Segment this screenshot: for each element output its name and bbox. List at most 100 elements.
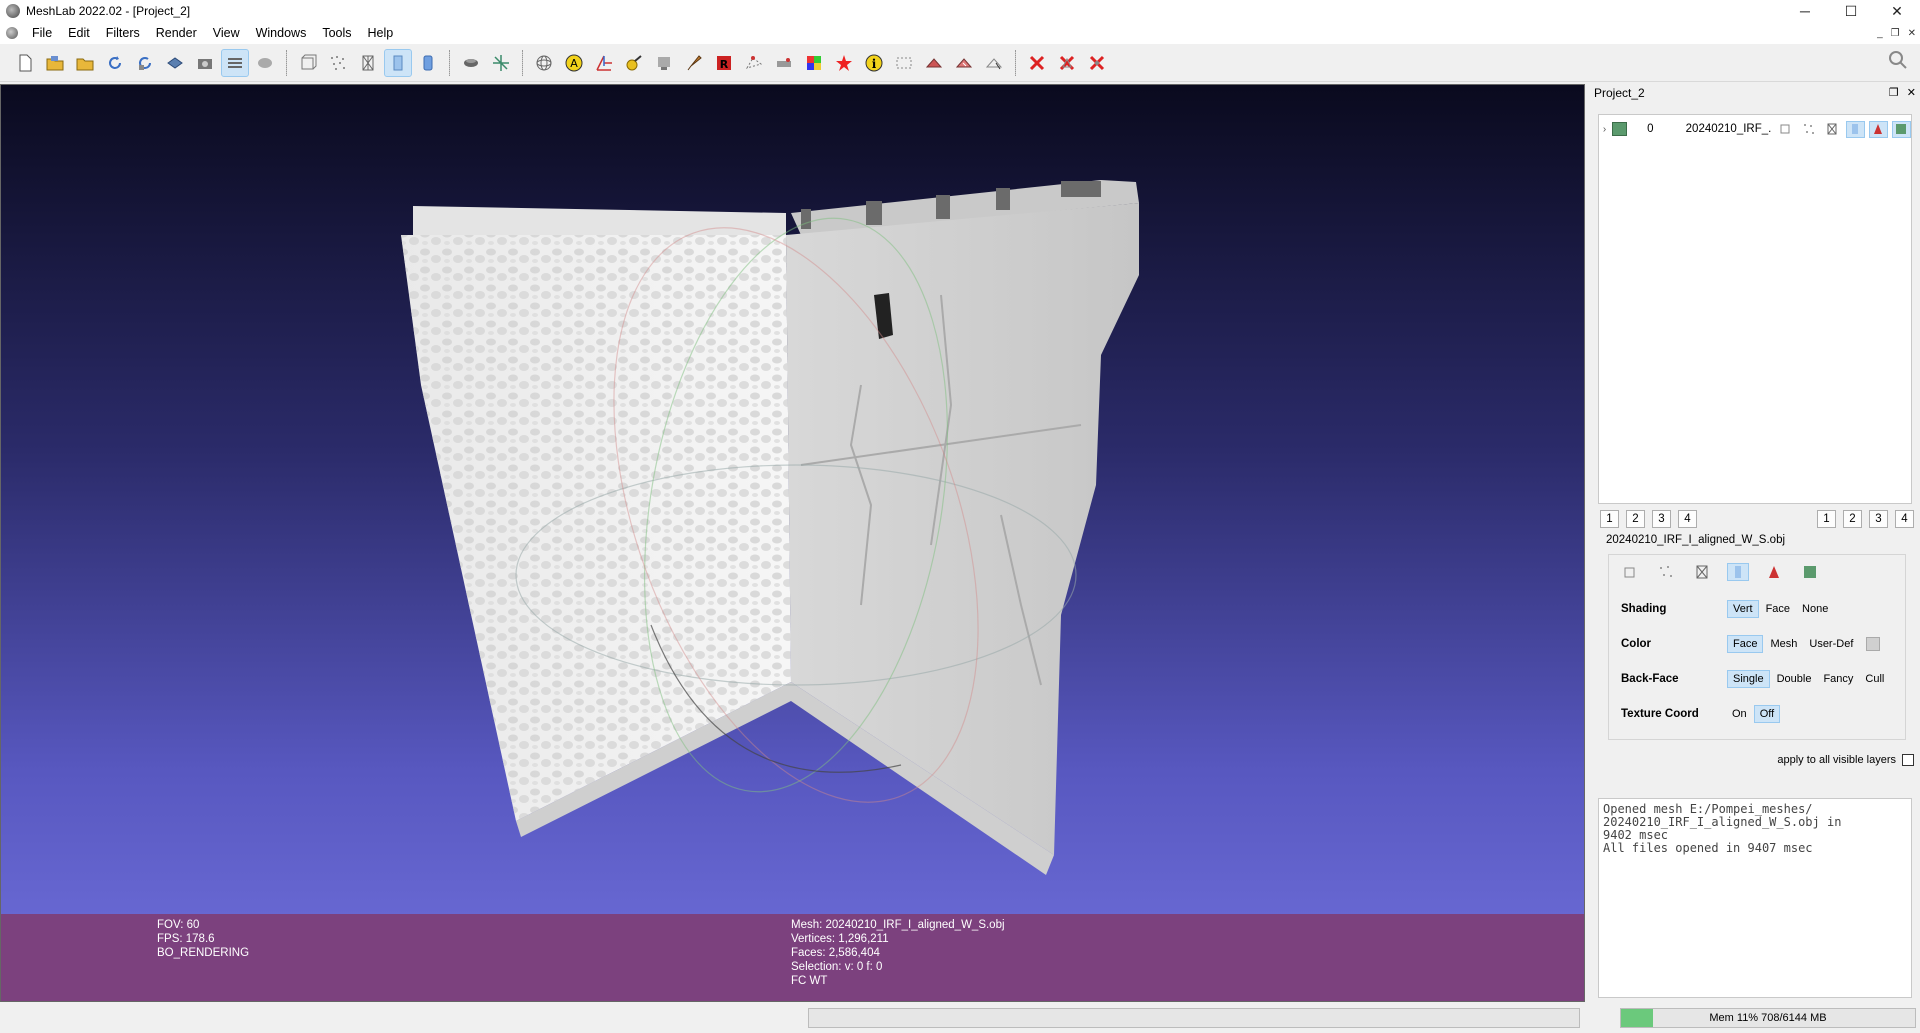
solid-mode-icon[interactable] bbox=[1727, 563, 1749, 581]
axis-icon[interactable] bbox=[487, 49, 515, 77]
info-icon[interactable]: i bbox=[860, 49, 888, 77]
layers-split-icon[interactable] bbox=[251, 49, 279, 77]
view-tab-4[interactable]: 4 bbox=[1678, 510, 1697, 528]
bbox-icon[interactable] bbox=[294, 49, 322, 77]
expand-chevron-icon[interactable]: › bbox=[1599, 124, 1610, 135]
layer-row[interactable]: › 0 20240210_IRF_... bbox=[1599, 119, 1911, 139]
save-icon[interactable] bbox=[161, 49, 189, 77]
wireframe-mode-icon[interactable] bbox=[1691, 563, 1713, 581]
brush-icon[interactable] bbox=[680, 49, 708, 77]
mdi-close-button[interactable]: ✕ bbox=[1908, 28, 1916, 39]
layer-bbox-icon[interactable] bbox=[1777, 121, 1796, 138]
layer-decorator-icon[interactable] bbox=[1891, 120, 1911, 138]
color-icon[interactable] bbox=[800, 49, 828, 77]
layer-wireframe-icon[interactable] bbox=[1823, 121, 1842, 138]
svg-text:R: R bbox=[720, 58, 729, 71]
mdi-restore-button[interactable]: ❐ bbox=[1891, 28, 1900, 39]
3d-viewport[interactable]: FOV: 60 FPS: 178.6 BO_RENDERING Mesh: 20… bbox=[0, 84, 1585, 1002]
mdi-window-icon[interactable] bbox=[6, 27, 18, 39]
view-tab-2[interactable]: 2 bbox=[1626, 510, 1645, 528]
smooth-icon[interactable] bbox=[414, 49, 442, 77]
user-color-swatch[interactable] bbox=[1866, 636, 1881, 651]
flat-icon[interactable] bbox=[384, 48, 412, 77]
view-tab-2[interactable]: 2 bbox=[1843, 510, 1862, 528]
minimize-button[interactable]: ─ bbox=[1782, 0, 1828, 22]
maximize-button[interactable]: ☐ bbox=[1828, 0, 1874, 22]
mesh-name-label: Mesh: 20240210_IRF_I_aligned_W_S.obj bbox=[791, 919, 1005, 931]
view-tab-1[interactable]: 1 bbox=[1600, 510, 1619, 528]
menu-edit[interactable]: Edit bbox=[60, 26, 98, 40]
reload-icon[interactable] bbox=[101, 49, 129, 77]
align-icon[interactable] bbox=[590, 49, 618, 77]
georef-icon[interactable] bbox=[830, 49, 858, 77]
select-area-icon[interactable] bbox=[890, 49, 918, 77]
render-properties: Shading Vert Face None Color Face Mesh U… bbox=[1617, 591, 1899, 731]
title-bar: MeshLab 2022.02 - [Project_2] ─ ☐ ✕ bbox=[0, 0, 1920, 22]
decorator-mode-icon[interactable] bbox=[1799, 563, 1821, 581]
layer-name: 20240210_IRF_... bbox=[1685, 123, 1771, 135]
reload-all-icon[interactable] bbox=[131, 49, 159, 77]
shading-face-option[interactable]: Face bbox=[1761, 601, 1795, 617]
view-tab-1[interactable]: 1 bbox=[1817, 510, 1836, 528]
log-window[interactable]: Opened mesh E:/Pompei_meshes/ 20240210_I… bbox=[1598, 798, 1912, 998]
view-tab-3[interactable]: 3 bbox=[1652, 510, 1671, 528]
layer-points-icon[interactable] bbox=[1800, 121, 1819, 138]
delete-faces-icon[interactable] bbox=[1053, 49, 1081, 77]
view-tabs-left: 1 2 3 4 bbox=[1600, 510, 1697, 528]
bbox-mode-icon[interactable] bbox=[1619, 563, 1641, 581]
panel-float-button[interactable]: ❐ bbox=[1889, 86, 1899, 99]
view-tab-3[interactable]: 3 bbox=[1869, 510, 1888, 528]
menu-view[interactable]: View bbox=[205, 26, 248, 40]
layer-texture-icon[interactable] bbox=[1868, 120, 1888, 138]
paint-icon[interactable] bbox=[620, 49, 648, 77]
points-icon[interactable] bbox=[324, 49, 352, 77]
menu-render[interactable]: Render bbox=[148, 26, 205, 40]
texture-mode-icon[interactable] bbox=[1763, 563, 1785, 581]
apply-all-checkbox[interactable] bbox=[1902, 754, 1914, 766]
menu-file[interactable]: File bbox=[24, 26, 60, 40]
backface-fancy-option[interactable]: Fancy bbox=[1818, 671, 1858, 687]
search-icon[interactable] bbox=[1888, 50, 1908, 73]
annotation-icon[interactable]: A bbox=[560, 49, 588, 77]
shading-none-option[interactable]: None bbox=[1797, 601, 1833, 617]
menu-filters[interactable]: Filters bbox=[98, 26, 148, 40]
wireframe-icon[interactable] bbox=[354, 49, 382, 77]
delete-vertices-icon[interactable] bbox=[1083, 49, 1111, 77]
points-mode-icon[interactable] bbox=[1655, 563, 1677, 581]
view-tab-4[interactable]: 4 bbox=[1895, 510, 1914, 528]
color-face-option[interactable]: Face bbox=[1727, 634, 1764, 653]
select-rect2-icon[interactable] bbox=[980, 49, 1008, 77]
menu-help[interactable]: Help bbox=[360, 26, 402, 40]
close-button[interactable]: ✕ bbox=[1874, 0, 1920, 22]
new-project-icon[interactable] bbox=[11, 49, 39, 77]
light-icon[interactable] bbox=[457, 49, 485, 77]
open-mesh-icon[interactable] bbox=[71, 49, 99, 77]
select-connected-icon[interactable] bbox=[770, 49, 798, 77]
shading-vert-option[interactable]: Vert bbox=[1727, 599, 1759, 618]
delete-icon[interactable] bbox=[1023, 49, 1051, 77]
layer-solid-icon[interactable] bbox=[1845, 120, 1865, 138]
select-rect-icon[interactable] bbox=[950, 49, 978, 77]
color-mesh-option[interactable]: Mesh bbox=[1765, 636, 1802, 652]
panel-close-button[interactable]: ✕ bbox=[1907, 86, 1916, 99]
texcoord-on-option[interactable]: On bbox=[1727, 706, 1752, 722]
measure-icon[interactable] bbox=[650, 49, 678, 77]
mdi-minimize-button[interactable]: _ bbox=[1877, 28, 1883, 39]
trackball-icon[interactable] bbox=[530, 49, 558, 77]
mdi-controls: _ ❐ ✕ bbox=[1877, 22, 1916, 44]
open-project-icon[interactable] bbox=[41, 49, 69, 77]
menu-tools[interactable]: Tools bbox=[314, 26, 359, 40]
layers-icon[interactable] bbox=[221, 48, 249, 77]
backface-single-option[interactable]: Single bbox=[1727, 669, 1770, 688]
layer-visibility-icon[interactable] bbox=[1612, 122, 1628, 136]
texture-icon[interactable]: R bbox=[710, 49, 738, 77]
snapshot-icon[interactable] bbox=[191, 49, 219, 77]
toolbar-separator bbox=[286, 49, 287, 76]
color-userdef-option[interactable]: User-Def bbox=[1804, 636, 1858, 652]
texcoord-off-option[interactable]: Off bbox=[1753, 704, 1781, 723]
select-vertex-icon[interactable] bbox=[740, 49, 768, 77]
backface-cull-option[interactable]: Cull bbox=[1860, 671, 1889, 687]
menu-windows[interactable]: Windows bbox=[248, 26, 315, 40]
backface-double-option[interactable]: Double bbox=[1772, 671, 1817, 687]
select-faces-icon[interactable] bbox=[920, 49, 948, 77]
